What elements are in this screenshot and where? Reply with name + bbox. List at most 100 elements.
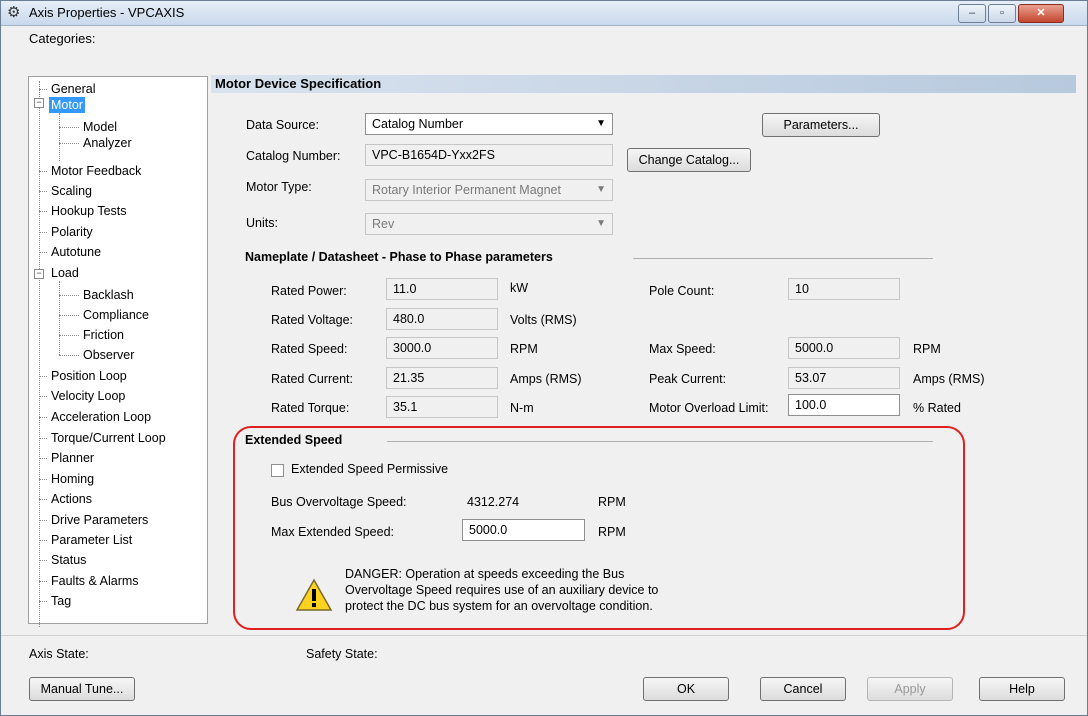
max-speed-label: Max Speed: [649, 342, 716, 356]
tree-item-acceleration-loop[interactable]: Acceleration Loop [49, 409, 153, 425]
rated-torque-field: 35.1 [386, 396, 498, 418]
overload-limit-label: Motor Overload Limit: [649, 401, 769, 415]
manual-tune-button[interactable]: Manual Tune... [29, 677, 135, 701]
rated-current-unit: Amps (RMS) [510, 372, 582, 386]
rated-torque-label: Rated Torque: [271, 401, 350, 415]
tree-item-faults-alarms[interactable]: Faults & Alarms [49, 573, 141, 589]
max-speed-field: 5000.0 [788, 337, 900, 359]
rated-speed-unit: RPM [510, 342, 538, 356]
categories-label: Categories: [29, 31, 96, 46]
help-button[interactable]: Help [979, 677, 1065, 701]
max-speed-unit: RPM [913, 342, 941, 356]
extended-speed-permissive-checkbox[interactable] [271, 464, 284, 477]
rated-current-field: 21.35 [386, 367, 498, 389]
dropdown-arrow-icon: ▼ [596, 184, 606, 195]
pole-count-label: Pole Count: [649, 284, 715, 298]
tree-item-motor-feedback[interactable]: Motor Feedback [49, 163, 143, 179]
extended-speed-rule [387, 441, 933, 442]
tree-item-tag[interactable]: Tag [49, 593, 73, 609]
axis-properties-window: ⚙ Axis Properties - VPCAXIS – ▫ ✕ Catego… [0, 0, 1088, 716]
dropdown-arrow-icon: ▼ [596, 218, 606, 229]
tree-item-autotune[interactable]: Autotune [49, 244, 103, 260]
tree-item-analyzer[interactable]: Analyzer [81, 135, 134, 151]
tree-item-general[interactable]: General [49, 81, 97, 97]
rated-power-field: 11.0 [386, 278, 498, 300]
peak-current-field: 53.07 [788, 367, 900, 389]
nameplate-heading: Nameplate / Datasheet - Phase to Phase p… [245, 250, 553, 264]
tree-item-velocity-loop[interactable]: Velocity Loop [49, 388, 127, 404]
rated-power-label: Rated Power: [271, 284, 347, 298]
rated-power-unit: kW [510, 281, 529, 295]
safety-state-label: Safety State: [306, 647, 378, 661]
category-tree[interactable]: General − Motor Model Analyzer Motor Fee… [28, 76, 208, 627]
tree-item-planner[interactable]: Planner [49, 450, 96, 466]
tree-item-compliance[interactable]: Compliance [81, 307, 151, 323]
rated-speed-field: 3000.0 [386, 337, 498, 359]
tree-item-torque-current-loop[interactable]: Torque/Current Loop [49, 430, 168, 446]
tree-item-actions[interactable]: Actions [49, 491, 94, 507]
ok-button[interactable]: OK [643, 677, 729, 701]
tree-item-parameter-list[interactable]: Parameter List [49, 532, 134, 548]
rated-speed-label: Rated Speed: [271, 342, 348, 356]
title-bar: ⚙ Axis Properties - VPCAXIS – ▫ ✕ [1, 1, 1087, 26]
minimize-button[interactable]: – [958, 4, 986, 23]
rated-voltage-field: 480.0 [386, 308, 498, 330]
dropdown-arrow-icon: ▼ [596, 118, 606, 129]
tree-item-load[interactable]: Load [49, 265, 81, 281]
bus-overvoltage-value: 4312.274 [467, 495, 520, 509]
data-source-label: Data Source: [246, 118, 319, 132]
tree-item-position-loop[interactable]: Position Loop [49, 368, 129, 384]
pole-count-field: 10 [788, 278, 900, 300]
tree-item-model[interactable]: Model [81, 119, 119, 135]
bus-overvoltage-label: Bus Overvoltage Speed: [271, 495, 407, 509]
motor-type-select: Rotary Interior Permanent Magnet ▼ [365, 179, 613, 201]
overload-limit-input[interactable]: 100.0 [788, 394, 900, 416]
catalog-number-label: Catalog Number: [246, 149, 341, 163]
catalog-number-field: VPC-B1654D-Yxx2FS [365, 144, 613, 166]
motor-type-value: Rotary Interior Permanent Magnet [372, 183, 561, 197]
tree-item-hookup-tests[interactable]: Hookup Tests [49, 203, 129, 219]
tree-item-status[interactable]: Status [49, 552, 88, 568]
motor-type-label: Motor Type: [246, 180, 312, 194]
rated-current-label: Rated Current: [271, 372, 353, 386]
tree-item-homing[interactable]: Homing [49, 471, 96, 487]
units-select: Rev ▼ [365, 213, 613, 235]
tree-item-observer[interactable]: Observer [81, 347, 136, 363]
warning-icon [295, 578, 333, 611]
collapse-icon[interactable]: − [34, 98, 44, 108]
section-title: Motor Device Specification [211, 75, 1076, 93]
extended-speed-permissive-label: Extended Speed Permissive [291, 462, 449, 476]
tree-item-backlash[interactable]: Backlash [81, 287, 136, 303]
footer-divider [1, 635, 1087, 636]
peak-current-unit: Amps (RMS) [913, 372, 985, 386]
max-extended-speed-unit: RPM [598, 525, 626, 539]
rated-torque-unit: N-m [510, 401, 534, 415]
nameplate-rule [633, 258, 933, 259]
cancel-button[interactable]: Cancel [760, 677, 846, 701]
apply-button[interactable]: Apply [867, 677, 953, 701]
axis-state-label: Axis State: [29, 647, 89, 661]
danger-text-line1: DANGER: Operation at speeds exceeding th… [345, 567, 625, 581]
close-button[interactable]: ✕ [1018, 4, 1064, 23]
tree-item-polarity[interactable]: Polarity [49, 224, 95, 240]
tree-item-friction[interactable]: Friction [81, 327, 126, 343]
maximize-button[interactable]: ▫ [988, 4, 1016, 23]
bus-overvoltage-unit: RPM [598, 495, 626, 509]
peak-current-label: Peak Current: [649, 372, 727, 386]
rated-voltage-unit: Volts (RMS) [510, 313, 577, 327]
tree-item-drive-parameters[interactable]: Drive Parameters [49, 512, 150, 528]
data-source-select[interactable]: Catalog Number ▼ [365, 113, 613, 135]
collapse-icon[interactable]: − [34, 269, 44, 279]
tree-item-motor[interactable]: Motor [49, 97, 85, 113]
tree-item-scaling[interactable]: Scaling [49, 183, 94, 199]
max-extended-speed-label: Max Extended Speed: [271, 525, 394, 539]
window-title: Axis Properties - VPCAXIS [29, 5, 185, 20]
parameters-button[interactable]: Parameters... [762, 113, 880, 137]
danger-text-line3: protect the DC bus system for an overvol… [345, 599, 653, 613]
units-value: Rev [372, 217, 395, 231]
max-extended-speed-input[interactable]: 5000.0 [462, 519, 585, 541]
axis-gear-icon: ⚙ [7, 4, 21, 21]
units-label: Units: [246, 216, 278, 230]
change-catalog-button[interactable]: Change Catalog... [627, 148, 751, 172]
overload-limit-unit: % Rated [913, 401, 961, 415]
